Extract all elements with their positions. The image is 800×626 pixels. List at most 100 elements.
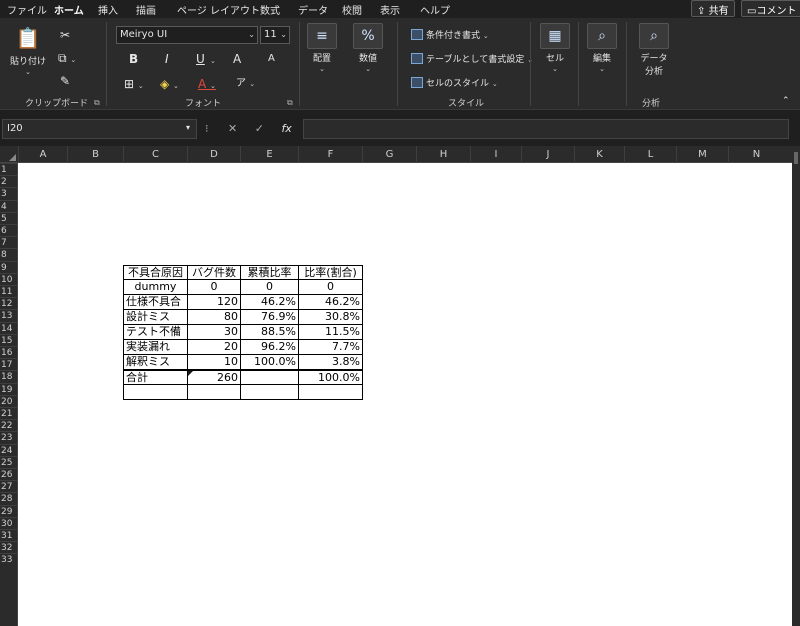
table-cell[interactable]: 46.2% xyxy=(299,295,363,310)
tab-review[interactable]: 校閲 xyxy=(342,2,362,17)
fill-color-icon[interactable]: ◈ ⌄ xyxy=(160,77,179,93)
table-cell[interactable]: 120 xyxy=(188,295,241,310)
analyze-data-button[interactable]: ⌕ データ 分析 xyxy=(636,23,672,77)
table-cell[interactable]: 96.2% xyxy=(241,340,299,355)
worksheet-grid[interactable]: 不具合原因 バグ件数 累積比率 比率(割合) dummy 0 0 0 仕様不具合… xyxy=(18,163,800,626)
collapse-ribbon-icon[interactable]: ⌃ xyxy=(782,94,790,108)
vertical-scrollbar[interactable] xyxy=(792,146,800,626)
row-header[interactable]: 30 xyxy=(0,516,17,529)
font-color-button[interactable]: A ⌄ xyxy=(198,77,216,93)
row-header[interactable]: 33 xyxy=(0,553,17,565)
column-header-b[interactable]: B xyxy=(67,146,123,163)
more-icon[interactable]: ⁝ xyxy=(205,122,209,135)
table-cell[interactable]: 実装漏れ xyxy=(123,340,188,355)
table-cell[interactable] xyxy=(241,370,299,385)
column-header-i[interactable]: I xyxy=(470,146,521,163)
underline-button[interactable]: U xyxy=(196,52,205,66)
tab-view[interactable]: 表示 xyxy=(380,2,400,17)
row-header[interactable]: 5 xyxy=(0,211,17,224)
column-header-e[interactable]: E xyxy=(240,146,298,163)
shrink-font-button[interactable]: A xyxy=(268,52,275,66)
row-header[interactable]: 32 xyxy=(0,541,17,553)
table-cell[interactable]: 解釈ミス xyxy=(123,355,188,370)
row-header[interactable]: 15 xyxy=(0,333,17,346)
cancel-icon[interactable]: ✕ xyxy=(228,122,237,135)
phonetic-guide-button[interactable]: ア ⌄ xyxy=(236,77,255,91)
column-header-a[interactable]: A xyxy=(18,146,67,163)
row-header[interactable]: 23 xyxy=(0,431,17,443)
column-header-f[interactable]: F xyxy=(298,146,362,163)
select-all-button[interactable] xyxy=(0,146,18,163)
table-header-cumulative-ratio[interactable]: 累積比率 xyxy=(241,265,299,280)
row-header[interactable]: 16 xyxy=(0,346,17,358)
row-header[interactable]: 11 xyxy=(0,285,17,297)
row-header[interactable]: 2 xyxy=(0,175,17,187)
column-header-c[interactable]: C xyxy=(123,146,187,163)
number-format-button[interactable]: % 数値 ⌄ xyxy=(351,23,385,74)
row-header[interactable]: 14 xyxy=(0,321,17,334)
column-header-d[interactable]: D xyxy=(187,146,240,163)
table-header-ratio[interactable]: 比率(割合) xyxy=(299,265,363,280)
tab-draw[interactable]: 描画 xyxy=(136,2,156,17)
table-cell[interactable]: 76.9% xyxy=(241,310,299,325)
row-header[interactable]: 8 xyxy=(0,248,17,260)
cell-styles-button[interactable]: セルのスタイル ⌄ xyxy=(411,76,498,89)
row-header[interactable]: 10 xyxy=(0,272,17,285)
row-header[interactable]: 3 xyxy=(0,187,17,199)
bold-button[interactable]: B xyxy=(129,52,138,66)
tab-insert[interactable]: 挿入 xyxy=(98,2,118,17)
row-header[interactable]: 12 xyxy=(0,297,17,309)
format-painter-icon[interactable]: ✎ xyxy=(60,74,70,88)
grow-font-button[interactable]: A xyxy=(233,52,241,66)
row-header[interactable]: 25 xyxy=(0,455,17,468)
table-cell[interactable]: 46.2% xyxy=(241,295,299,310)
paste-button[interactable]: 📋 貼り付け ⌄ xyxy=(8,26,48,77)
table-cell[interactable]: 0 xyxy=(241,280,299,295)
table-cell[interactable]: 100.0% xyxy=(299,370,363,385)
table-cell[interactable]: 30.8% xyxy=(299,310,363,325)
table-cell[interactable]: 設計ミス xyxy=(123,310,188,325)
column-header-k[interactable]: K xyxy=(574,146,624,163)
table-cell[interactable] xyxy=(123,385,188,400)
chevron-down-icon[interactable]: ⌄ xyxy=(210,52,216,68)
borders-icon[interactable]: ⊞ ⌄ xyxy=(124,77,144,93)
tab-help[interactable]: ヘルプ xyxy=(420,2,450,17)
table-cell[interactable]: 0 xyxy=(299,280,363,295)
tab-formulas[interactable]: 数式 xyxy=(260,2,280,17)
table-cell[interactable]: 80 xyxy=(188,310,241,325)
tab-home[interactable]: ホーム xyxy=(54,2,84,20)
clipboard-launcher-icon[interactable]: ⧉ xyxy=(94,98,100,108)
row-header[interactable]: 22 xyxy=(0,419,17,431)
table-cell-total-label[interactable]: 合計 xyxy=(123,370,188,385)
table-cell[interactable]: 3.8% xyxy=(299,355,363,370)
italic-button[interactable]: I xyxy=(165,52,169,66)
formula-input[interactable] xyxy=(303,119,789,139)
table-cell[interactable]: 7.7% xyxy=(299,340,363,355)
row-header[interactable]: 19 xyxy=(0,382,17,395)
table-cell[interactable]: 88.5% xyxy=(241,325,299,340)
table-cell[interactable]: 100.0% xyxy=(241,355,299,370)
table-cell-total[interactable]: 260 xyxy=(188,370,241,385)
row-header[interactable]: 26 xyxy=(0,468,17,480)
table-cell[interactable]: 11.5% xyxy=(299,325,363,340)
font-name-select[interactable]: Meiryo UI ⌄ xyxy=(116,26,258,44)
row-header[interactable]: 28 xyxy=(0,492,17,504)
table-cell[interactable]: 30 xyxy=(188,325,241,340)
insert-function-icon[interactable]: fx xyxy=(281,122,291,135)
share-button[interactable]: ⇪ 共有 xyxy=(691,0,735,17)
column-header-j[interactable]: J xyxy=(521,146,574,163)
cut-icon[interactable]: ✂ xyxy=(60,28,70,42)
tab-page-layout[interactable]: ページ レイアウト xyxy=(177,2,260,17)
table-cell[interactable]: 0 xyxy=(188,280,241,295)
table-cell[interactable] xyxy=(241,385,299,400)
table-header-cause[interactable]: 不具合原因 xyxy=(123,265,188,280)
column-header-l[interactable]: L xyxy=(624,146,676,163)
name-box[interactable]: I20 ▾ xyxy=(2,119,197,139)
table-cell[interactable]: dummy xyxy=(123,280,188,295)
row-header[interactable]: 24 xyxy=(0,443,17,456)
copy-icon[interactable]: ⧉ ⌄ xyxy=(58,51,76,67)
row-header[interactable]: 29 xyxy=(0,504,17,517)
enter-icon[interactable]: ✓ xyxy=(255,122,264,135)
table-header-bug-count[interactable]: バグ件数 xyxy=(188,265,241,280)
row-header[interactable]: 1 xyxy=(0,163,17,175)
